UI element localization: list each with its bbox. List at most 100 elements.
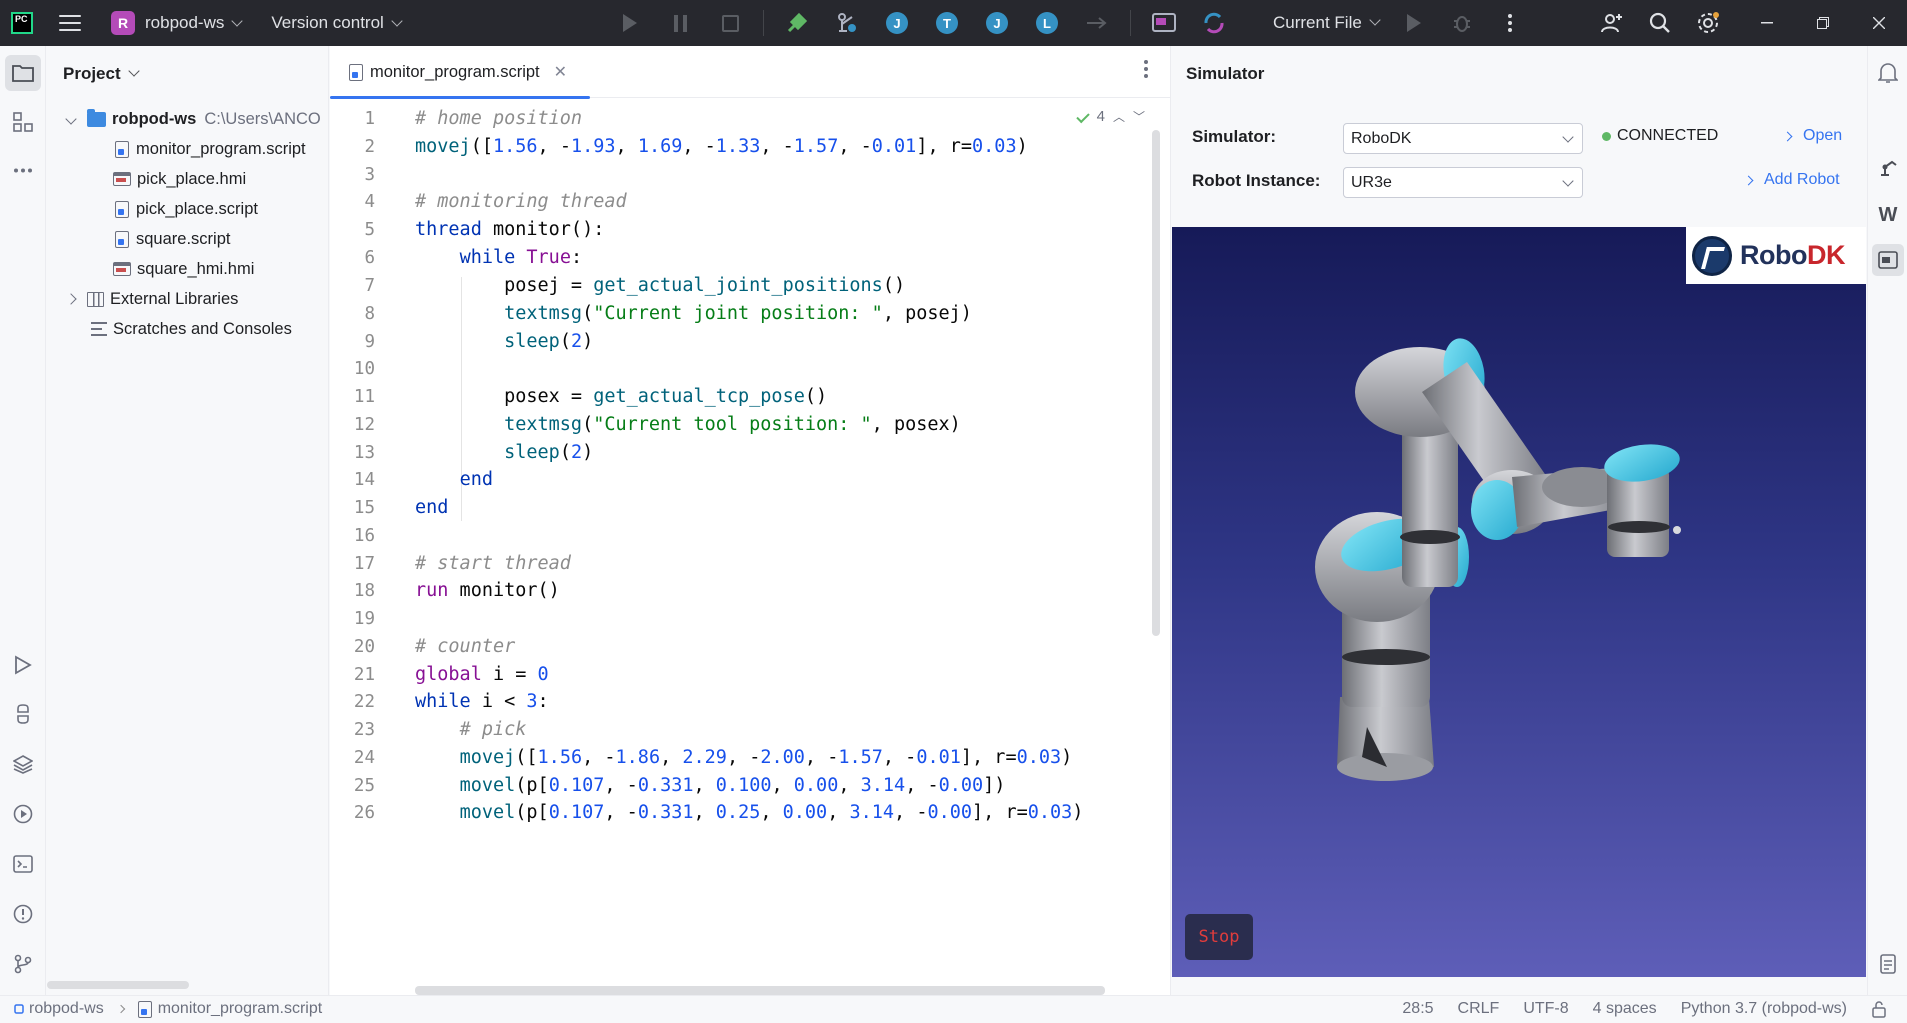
more-tools-button[interactable] — [5, 152, 41, 188]
status-bar: robpod-ws monitor_program.script 28:5 CR… — [0, 995, 1907, 1023]
search-everywhere-button[interactable] — [1636, 0, 1684, 46]
robot-instance-select[interactable]: UR3e — [1343, 167, 1583, 198]
simulation-viewport[interactable]: RoboDK Stop — [1172, 227, 1866, 977]
chevron-right-icon — [1743, 175, 1754, 185]
notifications-button[interactable] — [1872, 57, 1904, 89]
tool-t-button[interactable]: T — [922, 0, 972, 46]
run-tool-button[interactable] — [5, 647, 41, 683]
chevron-down-icon[interactable]: ﹀ — [1133, 108, 1145, 125]
horizontal-scrollbar[interactable] — [47, 981, 189, 989]
hmi-preview-button[interactable] — [1139, 0, 1189, 46]
code-line: textmsg("Current joint position: ", pose… — [504, 303, 972, 324]
simulator-select[interactable]: RoboDK — [1343, 123, 1583, 154]
tree-file[interactable]: square.script — [115, 224, 230, 254]
pause-button[interactable] — [655, 0, 705, 46]
stop-simulation-button[interactable]: Stop — [1185, 914, 1253, 960]
connection-status-label: CONNECTED — [1617, 127, 1719, 144]
lock-icon[interactable] — [1871, 1000, 1887, 1018]
run-config-selector[interactable]: Current File — [1273, 0, 1381, 46]
minimize-button[interactable] — [1739, 0, 1795, 46]
simulator-panel-title: Simulator — [1186, 64, 1265, 83]
terminal-tool-button[interactable] — [5, 846, 41, 882]
project-panel-header[interactable]: Project — [47, 46, 328, 102]
vcs-menu-label: Version control — [271, 13, 384, 32]
run-button[interactable] — [605, 0, 655, 46]
tree-file[interactable]: monitor_program.script — [115, 134, 306, 164]
breadcrumb-project[interactable]: robpod-ws — [29, 1000, 104, 1018]
tree-file[interactable]: square_hmi.hmi — [113, 254, 254, 284]
simulator-select-value: RoboDK — [1351, 129, 1412, 147]
robot-tool-button[interactable] — [1872, 151, 1904, 183]
tab-label: monitor_program.script — [370, 62, 540, 81]
robot-arm-icon — [838, 13, 856, 32]
breadcrumb-file[interactable]: monitor_program.script — [158, 1000, 323, 1018]
python-packages-button[interactable] — [5, 696, 41, 732]
indent-setting[interactable]: 4 spaces — [1593, 1000, 1657, 1018]
more-vertical-icon — [1508, 14, 1512, 32]
vertical-scrollbar[interactable] — [1152, 130, 1160, 636]
git-tool-button[interactable] — [5, 946, 41, 982]
tool-l-button[interactable]: L — [1022, 0, 1072, 46]
services-tool-button[interactable] — [5, 796, 41, 832]
device-manager-button[interactable] — [822, 0, 872, 46]
code-line: while i < 3: — [415, 691, 549, 712]
simulator-tool-button[interactable] — [1872, 244, 1904, 276]
chevron-up-icon[interactable]: ︿ — [1113, 108, 1125, 125]
stop-button[interactable] — [705, 0, 755, 46]
python-interpreter[interactable]: Python 3.7 (robpod-ws) — [1681, 1000, 1847, 1018]
open-link[interactable]: Open — [1782, 127, 1843, 145]
script-file-icon — [115, 200, 129, 218]
project-switcher[interactable]: robpod-ws — [145, 13, 244, 33]
structure-tool-button[interactable] — [5, 104, 41, 140]
line-number: 17 — [353, 554, 375, 574]
tree-scratches[interactable]: Scratches and Consoles — [91, 314, 292, 344]
line-number: 18 — [353, 581, 375, 601]
tool-j-button[interactable]: J — [872, 0, 922, 46]
step-button[interactable] — [1072, 0, 1122, 46]
open-link-label: Open — [1803, 127, 1843, 144]
line-number: 2 — [364, 137, 375, 157]
run-file-button[interactable] — [1390, 0, 1438, 46]
tab-options-menu[interactable] — [1144, 60, 1148, 81]
problems-tool-button[interactable] — [5, 896, 41, 932]
tool-jog-button[interactable]: J — [972, 0, 1022, 46]
line-separator[interactable]: CRLF — [1458, 1000, 1500, 1018]
w-tool-button[interactable]: W — [1872, 199, 1904, 231]
tab-monitor-program[interactable]: monitor_program.script ✕ — [330, 46, 590, 99]
code-line: movel(p[0.107, -0.331, 0.25, 0.00, 3.14,… — [459, 802, 1084, 823]
close-window-button[interactable] — [1851, 0, 1907, 46]
right-tool-strip: W — [1867, 46, 1907, 995]
tree-external-libraries[interactable]: External Libraries — [65, 284, 238, 314]
more-actions-button[interactable] — [1486, 0, 1534, 46]
sync-button[interactable] — [1189, 0, 1239, 46]
project-badge[interactable]: R — [111, 11, 135, 35]
document-icon — [1880, 954, 1896, 974]
layers-tool-button[interactable] — [5, 746, 41, 782]
settings-button[interactable] — [1684, 0, 1732, 46]
code-line: # counter — [415, 636, 516, 657]
file-encoding[interactable]: UTF-8 — [1523, 1000, 1568, 1018]
line-number: 19 — [353, 609, 375, 629]
tree-file[interactable]: pick_place.script — [115, 194, 258, 224]
restore-icon — [1817, 17, 1829, 29]
tree-file[interactable]: pick_place.hmi — [113, 164, 246, 194]
cursor-position[interactable]: 28:5 — [1402, 1000, 1433, 1018]
tree-file-label: pick_place.hmi — [137, 169, 247, 188]
title-right-toolbar — [1390, 0, 1732, 46]
inspection-indicator[interactable]: 4 ︿ ﹀ — [1075, 108, 1145, 125]
code-with-me-button[interactable] — [1588, 0, 1636, 46]
close-tab-icon[interactable]: ✕ — [554, 62, 567, 82]
connect-robot-button[interactable] — [772, 0, 822, 46]
project-tool-button[interactable] — [5, 55, 41, 91]
terminal-icon — [13, 855, 33, 873]
code-line: # home position — [415, 108, 583, 129]
search-icon — [1649, 12, 1670, 33]
add-robot-link[interactable]: Add Robot — [1743, 171, 1840, 189]
vcs-menu[interactable]: Version control — [271, 13, 403, 33]
document-tool-button[interactable] — [1872, 948, 1904, 980]
main-menu-icon[interactable] — [59, 15, 81, 31]
debug-button[interactable] — [1438, 0, 1486, 46]
tree-root[interactable]: robpod-ws C:\Users\ANCO — [65, 104, 321, 134]
horizontal-scrollbar[interactable] — [415, 986, 1105, 995]
restore-button[interactable] — [1795, 0, 1851, 46]
